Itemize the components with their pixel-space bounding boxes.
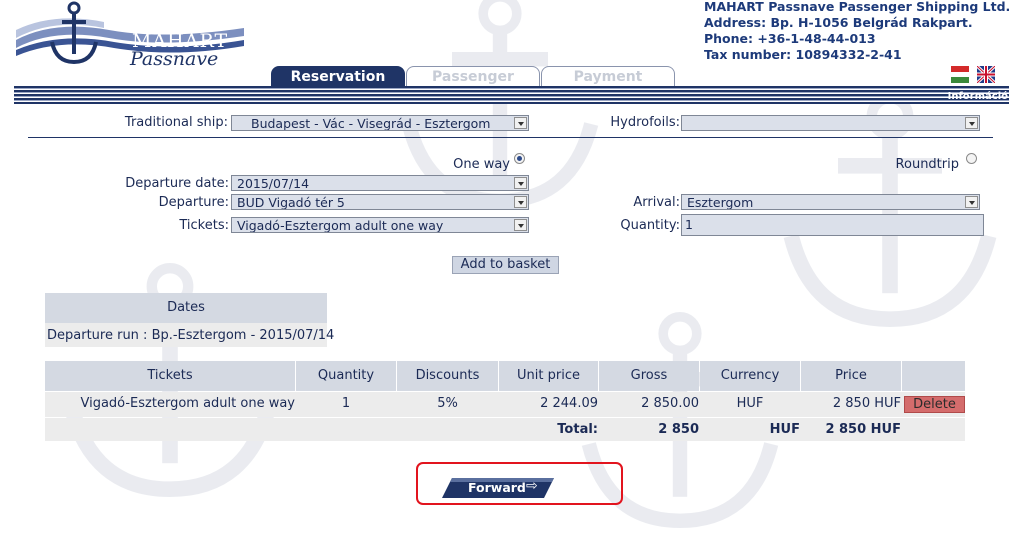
col-header-action xyxy=(902,361,965,391)
tickets-select[interactable]: Vigadó-Esztergom adult one way xyxy=(231,217,529,233)
roundtrip-radio[interactable] xyxy=(966,153,977,164)
departure-run-row[interactable]: Departure run : Bp.-Esztergom - 2015/07/… xyxy=(45,323,334,347)
traditional-ship-label: Traditional ship: xyxy=(124,115,228,130)
chevron-down-icon[interactable] xyxy=(514,219,527,231)
arrival-select[interactable]: Esztergom xyxy=(681,194,980,210)
traditional-ship-select[interactable]: Budapest - Vác - Visegrád - Esztergom xyxy=(231,115,529,131)
hydrofoils-select[interactable] xyxy=(681,115,980,131)
hydrofoils-label: Hydrofoils: xyxy=(610,115,680,130)
tab-payment[interactable]: Payment xyxy=(541,66,675,87)
company-info: MAHART Passnave Passenger Shipping Ltd. … xyxy=(704,0,1010,63)
col-header-tickets: Tickets xyxy=(45,361,295,391)
company-name: MAHART Passnave Passenger Shipping Ltd. xyxy=(704,0,1011,14)
information-link[interactable]: Információ xyxy=(948,91,1008,102)
tab-passenger[interactable]: Passenger xyxy=(406,66,540,87)
row-gross: 2 850.00 xyxy=(641,396,699,411)
traditional-ship-value: Budapest - Vác - Visegrád - Esztergom xyxy=(251,116,491,131)
total-gross: 2 850 xyxy=(658,422,699,437)
company-address: Address: Bp. H-1056 Belgrád Rakpart. xyxy=(704,15,973,30)
col-header-price: Price xyxy=(801,361,901,391)
forward-highlight-box xyxy=(416,462,623,505)
chevron-down-icon[interactable] xyxy=(514,196,527,208)
arrival-value: Esztergom xyxy=(687,195,754,210)
add-to-basket-button[interactable]: Add to basket xyxy=(452,256,559,274)
row-price: 2 850 HUF xyxy=(832,396,901,411)
total-label: Total: xyxy=(557,422,598,437)
chevron-down-icon[interactable] xyxy=(965,196,978,208)
header-stripe-bar xyxy=(14,86,1009,104)
logo-text-passnave: Passnave xyxy=(130,48,219,70)
row-discount: 5% xyxy=(437,396,458,411)
row-ticket: Vigadó-Esztergom adult one way xyxy=(80,396,295,411)
departure-label: Departure: xyxy=(158,195,229,210)
tickets-value: Vigadó-Esztergom adult one way xyxy=(237,218,444,233)
departure-value: BUD Vigadó tér 5 xyxy=(237,195,345,210)
departure-select[interactable]: BUD Vigadó tér 5 xyxy=(231,194,529,210)
row-unit-price: 2 244.09 xyxy=(540,396,598,411)
col-header-unit-price: Unit price xyxy=(499,361,598,391)
departure-date-label: Departure date: xyxy=(125,176,229,191)
arrival-label: Arrival: xyxy=(633,195,680,210)
tab-reservation[interactable]: Reservation xyxy=(271,66,405,87)
delete-button[interactable]: Delete xyxy=(904,396,965,413)
uk-flag-icon[interactable] xyxy=(977,66,995,83)
one-way-label: One way xyxy=(453,157,510,172)
chevron-down-icon[interactable] xyxy=(965,117,978,129)
col-header-currency: Currency xyxy=(700,361,800,391)
tickets-label: Tickets: xyxy=(179,218,229,233)
col-header-gross: Gross xyxy=(599,361,699,391)
departure-date-select[interactable]: 2015/07/14 xyxy=(231,175,529,191)
departure-date-value: 2015/07/14 xyxy=(237,176,310,191)
chevron-down-icon[interactable] xyxy=(514,177,527,189)
mahart-passnave-logo: MAHART Passnave xyxy=(14,0,249,78)
col-header-quantity: Quantity xyxy=(296,361,396,391)
one-way-radio[interactable] xyxy=(514,153,525,164)
company-tax-number: Tax number: 10894332-2-41 xyxy=(704,47,902,62)
dates-header: Dates xyxy=(45,293,327,323)
hungarian-flag-icon[interactable] xyxy=(951,66,969,83)
company-phone: Phone: +36-1-48-44-013 xyxy=(704,31,876,46)
quantity-label: Quantity: xyxy=(620,218,680,233)
row-currency: HUF xyxy=(736,396,764,411)
row-quantity: 1 xyxy=(341,396,351,411)
roundtrip-label: Roundtrip xyxy=(895,157,959,172)
total-price: 2 850 HUF xyxy=(825,422,901,437)
quantity-input[interactable]: 1 xyxy=(681,214,984,236)
chevron-down-icon[interactable] xyxy=(514,117,527,129)
form-divider xyxy=(28,137,993,138)
total-currency: HUF xyxy=(769,422,800,437)
col-header-discounts: Discounts xyxy=(397,361,498,391)
